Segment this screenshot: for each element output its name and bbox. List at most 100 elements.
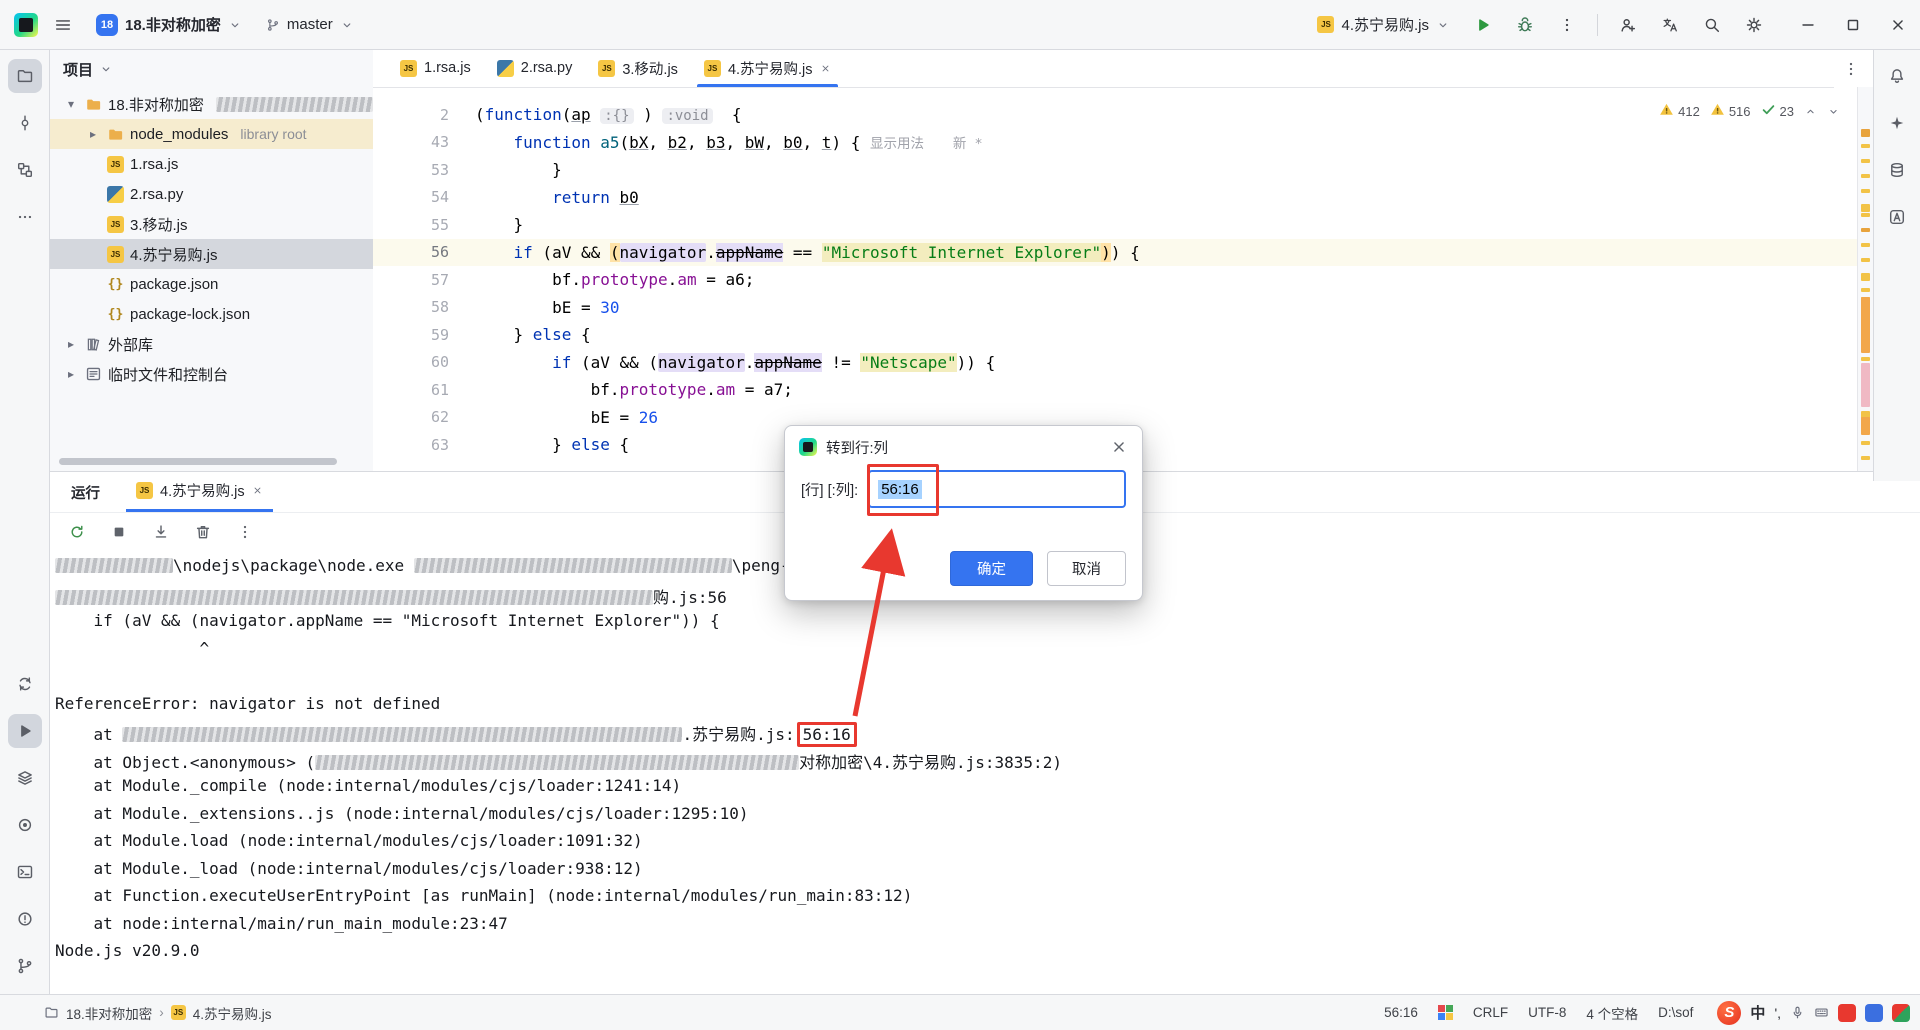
ai-assistant-icon[interactable] — [1880, 106, 1914, 140]
file-encoding[interactable]: UTF-8 — [1528, 1005, 1566, 1020]
cancel-button[interactable]: 取消 — [1047, 551, 1126, 586]
line-number[interactable]: 55 — [373, 216, 475, 234]
caret-position[interactable]: 56:16 — [1384, 1005, 1418, 1020]
ok-button[interactable]: 确定 — [950, 551, 1033, 586]
notifications-bell-icon[interactable] — [1880, 59, 1914, 93]
line-number[interactable]: 54 — [373, 188, 475, 206]
line-number[interactable]: 53 — [373, 161, 475, 179]
code-with-me-icon[interactable] — [1611, 8, 1645, 42]
console-line[interactable]: ^ — [55, 639, 1914, 667]
stop-icon[interactable] — [107, 520, 131, 544]
console-line[interactable]: if (aV && (navigator.appName == "Microso… — [55, 611, 1914, 639]
project-tool-icon[interactable] — [7, 59, 42, 93]
database-tool-icon[interactable] — [1880, 153, 1914, 187]
breadcrumb-file[interactable]: 4.苏宁易购.js — [193, 1003, 272, 1023]
console-line[interactable]: at node:internal/main/run_main_module:23… — [55, 914, 1914, 942]
code-line[interactable]: 61 bf.prototype.am = a7; — [373, 376, 1858, 404]
chevron-icon[interactable]: ▸ — [63, 337, 79, 351]
code-line[interactable]: 58 bE = 30 — [373, 294, 1858, 322]
breadcrumb-project[interactable]: 18.非对称加密 — [66, 1003, 152, 1023]
line-number[interactable]: 62 — [373, 408, 475, 426]
terminal-tool-icon[interactable] — [8, 855, 42, 889]
editor-tab[interactable]: 1.rsa.js — [387, 49, 484, 87]
commit-tool-icon[interactable] — [8, 106, 42, 140]
line-number[interactable]: 2 — [373, 106, 475, 124]
horizontal-scrollbar[interactable] — [59, 458, 337, 465]
line-ending[interactable]: CRLF — [1473, 1005, 1508, 1020]
maximize-button[interactable] — [1830, 0, 1875, 49]
inspection-stripe[interactable] — [1857, 87, 1874, 471]
console-options-icon[interactable] — [233, 520, 257, 544]
tree-item[interactable]: package.json — [49, 269, 373, 299]
console-line[interactable]: at Module._compile (node:internal/module… — [55, 776, 1914, 804]
chevron-icon[interactable]: ▸ — [85, 127, 101, 141]
code-line[interactable]: 43 function a5(bX, b2, b3, bW, b0, t) { … — [373, 129, 1858, 157]
console-line[interactable]: at Module.load (node:internal/modules/cj… — [55, 831, 1914, 859]
console-output[interactable]: \nodejs\package\node.exe \peng-python-cr… — [49, 552, 1920, 995]
scroll-to-end-icon[interactable] — [149, 520, 173, 544]
code-line[interactable]: 56 if (aV && (navigator.appName == "Micr… — [373, 238, 1858, 266]
tree-item[interactable]: 2.rsa.py — [49, 179, 373, 209]
indent-setting[interactable]: 4 个空格 — [1586, 1003, 1638, 1023]
debug-button[interactable] — [1508, 8, 1542, 42]
tree-item[interactable]: 1.rsa.js — [49, 149, 373, 179]
line-number[interactable]: 57 — [373, 271, 475, 289]
editor-tab[interactable]: 3.移动.js — [585, 49, 691, 87]
line-number[interactable]: 56 — [373, 243, 475, 261]
tree-item[interactable]: ▾ 18.非对称加密 — [49, 89, 373, 119]
ime-misc-icon[interactable] — [1892, 1003, 1910, 1022]
branch-widget[interactable]: master — [258, 11, 362, 38]
next-issue-icon[interactable] — [1827, 105, 1840, 118]
line-number[interactable]: 61 — [373, 381, 475, 399]
tree-item[interactable]: package-lock.json — [49, 299, 373, 329]
console-line[interactable] — [55, 666, 1914, 694]
console-line[interactable]: Node.js v20.9.0 — [55, 941, 1914, 969]
run-button[interactable] — [1466, 8, 1500, 42]
close-tab-icon[interactable] — [252, 485, 263, 496]
translation-tool-icon[interactable] — [1880, 200, 1914, 234]
code-editor[interactable]: 2 (function(ap :{} ) :void {43 function a… — [373, 87, 1858, 471]
tree-item[interactable]: ▸ 外部库 — [49, 329, 373, 359]
clear-console-icon[interactable] — [191, 520, 215, 544]
dialog-close-icon[interactable] — [1110, 438, 1128, 456]
goto-line-input[interactable]: 56:16 — [867, 464, 1126, 516]
run-tool-icon[interactable] — [7, 714, 42, 748]
more-tools-icon[interactable] — [8, 200, 42, 234]
code-line[interactable]: 55 } — [373, 211, 1858, 239]
ime-punctuation-mode[interactable]: ', — [1774, 1005, 1781, 1021]
code-line[interactable]: 2 (function(ap :{} ) :void { — [373, 101, 1858, 129]
console-line[interactable]: at .苏宁易购.js: 56:16 — [55, 721, 1914, 749]
sync-tool-icon[interactable] — [8, 667, 42, 701]
line-number[interactable]: 60 — [373, 353, 475, 371]
more-actions-icon[interactable] — [1550, 8, 1584, 42]
close-tab-icon[interactable] — [820, 63, 831, 74]
tab-options-icon[interactable] — [1838, 56, 1864, 82]
line-number[interactable]: 43 — [373, 133, 475, 151]
line-number[interactable]: 58 — [373, 298, 475, 316]
console-line[interactable]: at Module._extensions..js (node:internal… — [55, 804, 1914, 832]
tree-item[interactable]: 4.苏宁易购.js — [49, 239, 373, 269]
problems-tool-icon[interactable] — [8, 902, 42, 936]
ime-grid-icon[interactable] — [1865, 1003, 1883, 1022]
code-line[interactable]: 54 return b0 — [373, 184, 1858, 212]
tree-item[interactable]: ▸ node_modules library root — [49, 119, 373, 149]
prev-issue-icon[interactable] — [1804, 105, 1817, 118]
tree-item[interactable]: ▸ 临时文件和控制台 — [49, 359, 373, 389]
rerun-icon[interactable] — [65, 520, 89, 544]
services-tool-icon[interactable] — [8, 761, 42, 795]
code-line[interactable]: 60 if (aV && (navigator.appName != "Nets… — [373, 349, 1858, 377]
search-icon[interactable] — [1695, 8, 1729, 42]
console-line[interactable]: at Object.<anonymous> (对称加密\4.苏宁易购.js:38… — [55, 749, 1914, 777]
vcs-tool-icon[interactable] — [8, 949, 42, 983]
sogou-ime-icon[interactable]: S — [1717, 1000, 1742, 1025]
run-config-widget[interactable]: 4.苏宁易购.js — [1309, 9, 1458, 40]
keyboard-icon[interactable] — [1814, 1005, 1829, 1020]
main-menu-icon[interactable] — [46, 8, 80, 42]
settings-gear-icon[interactable] — [1737, 8, 1771, 42]
project-panel-header[interactable]: 项目 — [49, 49, 373, 89]
minimize-button[interactable] — [1785, 0, 1830, 49]
code-line[interactable]: 59 } else { — [373, 321, 1858, 349]
console-line[interactable]: ReferenceError: navigator is not defined — [55, 694, 1914, 722]
microphone-icon[interactable] — [1790, 1005, 1805, 1020]
chevron-icon[interactable]: ▸ — [63, 367, 79, 381]
